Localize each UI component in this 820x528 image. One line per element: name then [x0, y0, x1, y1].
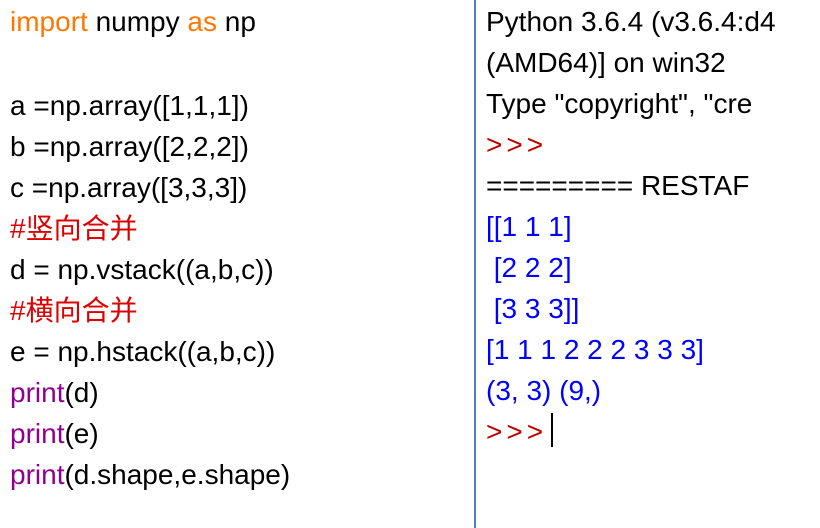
python-shell[interactable]: Python 3.6.4 (v3.6.4:d4 (AMD64)] on win3… — [474, 0, 820, 528]
code-line-d: d = np.vstack((a,b,c)) — [10, 254, 274, 285]
code-line-print-shape: print(d.shape,e.shape) — [10, 455, 290, 495]
shell-input-line[interactable]: >>> — [486, 412, 554, 452]
keyword-as: as — [187, 6, 217, 37]
builtin-print: print — [10, 377, 65, 408]
shell-prompt: >>> — [486, 416, 548, 447]
print-args: (d) — [64, 377, 99, 408]
text-cursor — [551, 413, 554, 447]
output-line: (3, 3) (9,) — [486, 375, 602, 406]
code-line-c: c =np.array([3,3,3]) — [10, 172, 248, 203]
builtin-print: print — [10, 459, 65, 490]
module-name: numpy — [87, 6, 188, 37]
code-editor[interactable]: import numpy as np a =np.array([1,1,1]) … — [0, 0, 474, 528]
keyword-import: import — [10, 6, 88, 37]
code-line-a: a =np.array([1,1,1]) — [10, 90, 249, 121]
alias-name: np — [216, 6, 256, 37]
code-line-e: e = np.hstack((a,b,c)) — [10, 336, 276, 367]
print-args: (d.shape,e.shape) — [64, 459, 291, 490]
output-line: [1 1 1 2 2 2 3 3 3] — [486, 334, 704, 365]
shell-banner-version: Python 3.6.4 (v3.6.4:d4 — [486, 6, 776, 37]
print-args: (e) — [64, 418, 99, 449]
builtin-print: print — [10, 418, 65, 449]
code-comment-vertical: #竖向合并 — [10, 213, 138, 244]
code-comment-horizontal: #横向合并 — [10, 295, 138, 326]
output-line: [3 3 3]] — [486, 293, 580, 324]
output-line: [2 2 2] — [486, 252, 572, 283]
shell-prompt: >>> — [486, 129, 548, 160]
code-line-print-d: print(d) — [10, 373, 99, 413]
shell-restart-line: ========= RESTAF — [486, 170, 750, 201]
shell-banner-platform: (AMD64)] on win32 — [486, 47, 726, 78]
shell-banner-help: Type "copyright", "cre — [486, 88, 753, 119]
code-line-b: b =np.array([2,2,2]) — [10, 131, 249, 162]
output-line: [[1 1 1] — [486, 211, 572, 242]
code-line-import: import numpy as np — [10, 2, 256, 42]
code-line-print-e: print(e) — [10, 414, 99, 454]
